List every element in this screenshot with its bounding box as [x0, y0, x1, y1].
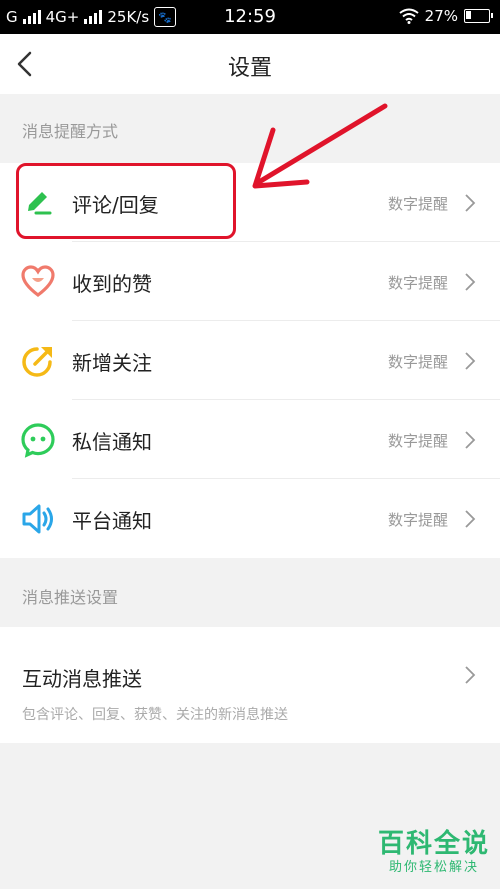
list-item-private-message[interactable]: 私信通知 数字提醒	[0, 400, 500, 479]
section-label-reminder: 消息提醒方式	[22, 122, 119, 141]
speaker-icon	[22, 504, 53, 534]
section-label-push: 消息推送设置	[22, 588, 119, 607]
chevron-right-icon	[465, 510, 476, 528]
annotation-highlight-box	[16, 163, 236, 239]
watermark-subtitle: 助你轻松解决	[388, 860, 479, 875]
push-description: 包含评论、回复、获赞、关注的新消息推送	[22, 707, 288, 723]
message-icon	[21, 423, 55, 458]
list-item-value: 数字提醒	[387, 511, 448, 529]
list-item-value: 数字提醒	[387, 353, 448, 371]
chevron-right-icon	[465, 194, 476, 212]
annotation-arrow-icon	[252, 103, 388, 189]
interactive-push-row[interactable]: 互动消息推送 包含评论、回复、获赞、关注的新消息推送	[0, 627, 500, 743]
battery-percent: 27%	[424, 7, 458, 25]
chevron-right-icon	[465, 273, 476, 291]
page-title: 设置	[227, 56, 272, 81]
watermark-title: 百科全说	[377, 829, 490, 859]
list-item-value: 数字提醒	[387, 432, 448, 450]
list-item-label: 私信通知	[72, 430, 152, 454]
status-right: 27%	[399, 7, 493, 25]
push-title: 互动消息推送	[22, 667, 142, 691]
header: 设置	[0, 34, 500, 94]
list-item-value: 数字提醒	[387, 274, 448, 292]
status-bar: G 4G+ 25K/s 🐾 12:59 27%	[0, 0, 500, 34]
list-item-likes[interactable]: 收到的赞 数字提醒	[0, 242, 500, 321]
follow-icon	[22, 347, 52, 377]
watermark-logo: 百科全说 助你轻松解决	[376, 829, 492, 881]
wifi-icon	[399, 8, 419, 24]
list-item-new-follow[interactable]: 新增关注 数字提醒	[0, 321, 500, 400]
battery-fill	[466, 11, 471, 19]
chevron-right-icon	[465, 431, 476, 449]
chevron-right-icon	[465, 666, 476, 684]
list-item-platform-notice[interactable]: 平台通知 数字提醒	[0, 479, 500, 558]
list-item-label: 平台通知	[72, 509, 152, 533]
chevron-right-icon	[465, 352, 476, 370]
list-item-label: 收到的赞	[72, 272, 152, 296]
heart-icon	[21, 265, 55, 298]
battery-icon	[464, 9, 493, 23]
list-item-value: 数字提醒	[387, 195, 448, 213]
list-item-label: 新增关注	[72, 351, 152, 375]
